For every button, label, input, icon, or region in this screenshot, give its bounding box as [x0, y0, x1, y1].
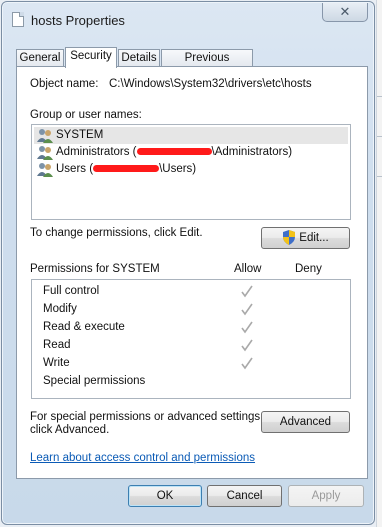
check-icon: [241, 321, 253, 334]
permission-name: Modify: [43, 303, 77, 315]
group-name-suffix: \Administrators): [211, 146, 293, 158]
tab-security[interactable]: Security: [65, 47, 117, 68]
object-name-value: C:\Windows\System32\drivers\etc\hosts: [109, 78, 312, 90]
tab-details[interactable]: Details: [118, 49, 160, 67]
cancel-button[interactable]: Cancel: [207, 485, 282, 507]
permission-name: Full control: [43, 285, 100, 297]
edit-button-label: Edit...: [299, 232, 329, 244]
redaction-mark: [93, 164, 160, 172]
check-icon: [241, 303, 253, 316]
permission-row: Full control: [43, 284, 343, 302]
change-permissions-text: To change permissions, click Edit.: [30, 227, 203, 239]
permission-row: Read: [43, 338, 343, 356]
list-item[interactable]: Users ( \Users): [34, 161, 348, 178]
close-icon: ✕: [339, 4, 351, 19]
permissions-list[interactable]: Full control Modify Read & execute Read …: [31, 279, 351, 399]
window-title: hosts Properties: [31, 13, 125, 28]
properties-dialog: hosts Properties ✕ General Security Deta…: [1, 1, 375, 525]
permission-row: Read & execute: [43, 320, 343, 338]
ok-button[interactable]: OK: [128, 485, 202, 507]
permission-row: Modify: [43, 302, 343, 320]
permission-row: Write: [43, 356, 343, 374]
close-button[interactable]: ✕: [322, 3, 368, 22]
redaction-mark: [136, 147, 212, 155]
security-tab-panel: Object name: C:\Windows\System32\drivers…: [16, 66, 368, 479]
check-icon: [241, 357, 253, 370]
tab-previous-versions[interactable]: Previous Versions: [161, 49, 253, 80]
group-name: SYSTEM: [56, 129, 104, 141]
permission-name: Read & execute: [43, 321, 125, 333]
special-permissions-text-2: click Advanced.: [30, 424, 110, 436]
check-icon: [241, 339, 253, 352]
list-item[interactable]: Administrators ( \Administrators): [34, 144, 348, 161]
file-icon: [12, 12, 24, 27]
edit-button[interactable]: Edit...: [261, 227, 350, 249]
permission-name: Write: [43, 357, 70, 369]
groups-label: Group or user names:: [30, 109, 142, 121]
allow-column-header: Allow: [234, 263, 262, 275]
apply-button[interactable]: Apply: [288, 485, 364, 507]
advanced-button[interactable]: Advanced: [261, 411, 350, 433]
group-name-suffix: \Users): [159, 163, 197, 175]
group-name-prefix: Administrators (: [56, 146, 137, 158]
users-group-icon: [37, 129, 53, 143]
special-permissions-text: For special permissions or advanced sett…: [30, 411, 264, 423]
group-name-prefix: Users (: [56, 163, 94, 175]
check-icon: [241, 285, 253, 298]
uac-shield-icon: [283, 230, 296, 246]
deny-column-header: Deny: [295, 263, 322, 275]
permissions-for-label: Permissions for SYSTEM: [30, 263, 160, 275]
group-user-list[interactable]: SYSTEM Administrators (\Administrators) …: [31, 124, 351, 220]
users-group-icon: [37, 163, 53, 177]
users-group-icon: [37, 146, 53, 160]
permission-row: Special permissions: [43, 374, 343, 392]
list-item[interactable]: SYSTEM: [34, 127, 348, 144]
permission-name: Read: [43, 339, 71, 351]
title-bar[interactable]: hosts Properties ✕: [2, 2, 374, 38]
background-window-edge: [376, 0, 382, 527]
tab-general[interactable]: General: [16, 49, 64, 67]
object-name-label: Object name:: [30, 78, 99, 90]
permission-name: Special permissions: [43, 375, 146, 387]
learn-more-link[interactable]: Learn about access control and permissio…: [30, 452, 255, 464]
